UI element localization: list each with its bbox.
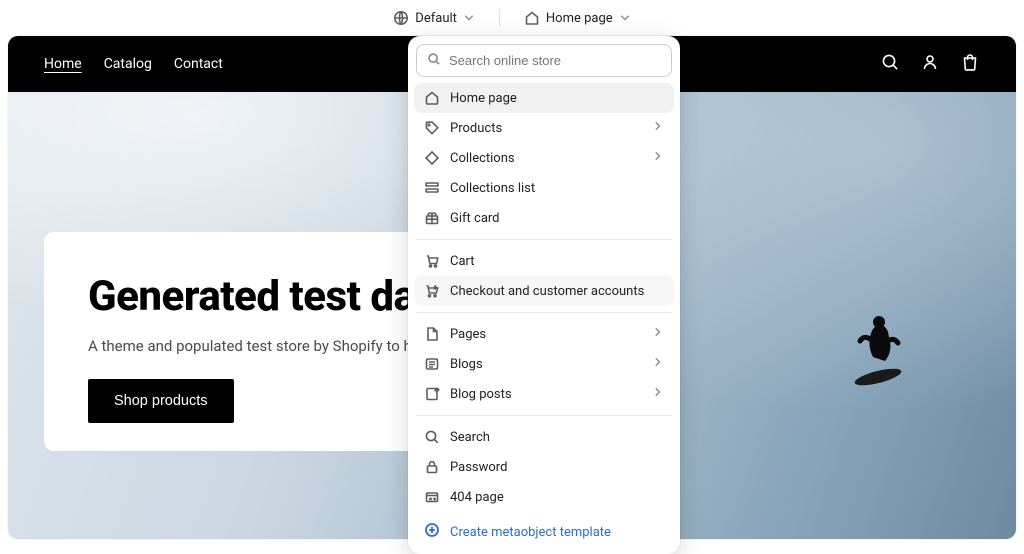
page-icon bbox=[424, 326, 440, 342]
search-icon[interactable] bbox=[880, 52, 900, 76]
hero-cta-button[interactable]: Shop products bbox=[88, 379, 234, 423]
menu-item-pages[interactable]: Pages bbox=[414, 319, 674, 349]
search-input[interactable] bbox=[449, 53, 661, 68]
tag-icon bbox=[424, 120, 440, 136]
checkout-icon bbox=[424, 283, 440, 299]
menu-item-collections-list[interactable]: Collections list bbox=[414, 173, 674, 203]
nav-home[interactable]: Home bbox=[44, 56, 82, 72]
diamond-icon bbox=[424, 150, 440, 166]
collections-list-icon bbox=[424, 180, 440, 196]
menu-item-label: Products bbox=[450, 121, 642, 136]
chevron-down-icon bbox=[619, 12, 631, 24]
plus-circle-icon bbox=[424, 522, 440, 542]
account-icon[interactable] bbox=[920, 52, 940, 76]
theme-selector-label: Default bbox=[415, 11, 457, 26]
create-metaobject-label: Create metaobject template bbox=[450, 525, 611, 540]
menu-item-label: Blogs bbox=[450, 357, 642, 372]
menu-item-404-page[interactable]: 404 page bbox=[414, 482, 674, 512]
lock-icon bbox=[424, 459, 440, 475]
template-menu: Home page Products Collections Collections … bbox=[414, 83, 674, 512]
separator bbox=[499, 9, 500, 27]
menu-separator bbox=[416, 415, 672, 416]
chevron-right-icon bbox=[652, 356, 664, 372]
chevron-right-icon bbox=[652, 150, 664, 166]
template-dropdown: Home page Products Collections Collections … bbox=[408, 36, 680, 554]
chevron-right-icon bbox=[652, 120, 664, 136]
search-icon bbox=[427, 51, 441, 70]
create-metaobject-link[interactable]: Create metaobject template bbox=[414, 512, 674, 548]
menu-item-cart[interactable]: Cart bbox=[414, 246, 674, 276]
menu-item-collections[interactable]: Collections bbox=[414, 143, 674, 173]
theme-selector[interactable]: Default bbox=[387, 6, 481, 30]
menu-item-checkout-and-customer-accounts[interactable]: Checkout and customer accounts bbox=[414, 276, 674, 306]
menu-item-blogs[interactable]: Blogs bbox=[414, 349, 674, 379]
home-icon bbox=[424, 90, 440, 106]
chevron-right-icon bbox=[652, 326, 664, 342]
menu-item-blog-posts[interactable]: Blog posts bbox=[414, 379, 674, 409]
menu-item-password[interactable]: Password bbox=[414, 452, 674, 482]
menu-item-label: 404 page bbox=[450, 490, 664, 505]
gift-icon bbox=[424, 210, 440, 226]
search-icon bbox=[424, 429, 440, 445]
chevron-right-icon bbox=[652, 386, 664, 402]
menu-separator bbox=[416, 239, 672, 240]
cart-icon[interactable] bbox=[960, 52, 980, 76]
header-icons bbox=[880, 52, 980, 76]
menu-item-label: Collections list bbox=[450, 181, 664, 196]
globe-icon bbox=[393, 10, 409, 26]
hero-image-subject bbox=[850, 307, 906, 391]
menu-item-home-page[interactable]: Home page bbox=[414, 83, 674, 113]
menu-item-label: Search bbox=[450, 430, 664, 445]
menu-item-gift-card[interactable]: Gift card bbox=[414, 203, 674, 233]
search-field-wrap[interactable] bbox=[416, 44, 672, 77]
menu-item-label: Cart bbox=[450, 254, 664, 269]
menu-item-products[interactable]: Products bbox=[414, 113, 674, 143]
menu-item-label: Gift card bbox=[450, 211, 664, 226]
blog-icon bbox=[424, 356, 440, 372]
home-icon bbox=[524, 10, 540, 26]
404-icon bbox=[424, 489, 440, 505]
editor-topbar: Default Home page bbox=[0, 0, 1024, 36]
post-icon bbox=[424, 386, 440, 402]
menu-item-label: Home page bbox=[450, 91, 664, 106]
cart-icon bbox=[424, 253, 440, 269]
menu-item-label: Collections bbox=[450, 151, 642, 166]
template-selector[interactable]: Home page bbox=[518, 6, 637, 30]
menu-item-label: Pages bbox=[450, 327, 642, 342]
nav-contact[interactable]: Contact bbox=[174, 56, 223, 72]
menu-separator bbox=[416, 312, 672, 313]
template-selector-label: Home page bbox=[546, 11, 613, 26]
nav-catalog[interactable]: Catalog bbox=[104, 56, 152, 72]
menu-item-label: Checkout and customer accounts bbox=[450, 284, 664, 299]
store-nav: Home Catalog Contact bbox=[44, 56, 223, 72]
menu-item-search[interactable]: Search bbox=[414, 422, 674, 452]
menu-item-label: Blog posts bbox=[450, 387, 642, 402]
menu-item-label: Password bbox=[450, 460, 664, 475]
chevron-down-icon bbox=[463, 12, 475, 24]
